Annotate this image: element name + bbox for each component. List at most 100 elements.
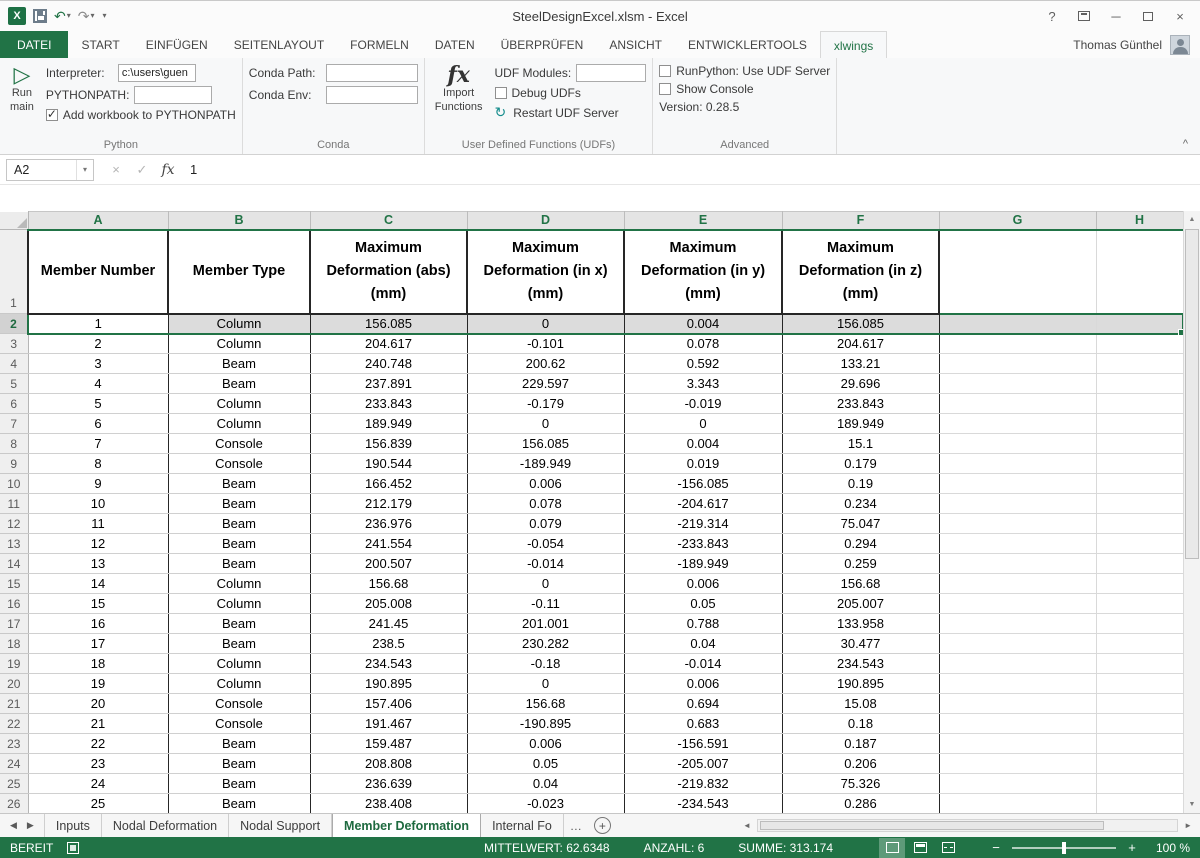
row-header-2[interactable]: 2 — [0, 314, 28, 334]
empty-cell[interactable] — [1096, 634, 1183, 654]
cell[interactable]: 12 — [28, 534, 168, 554]
scroll-left-icon[interactable]: ◄ — [737, 821, 757, 830]
ribbon-tab-ansicht[interactable]: ANSICHT — [596, 31, 675, 58]
horizontal-scrollbar-track[interactable] — [757, 819, 1178, 832]
undo-caret-icon[interactable]: ▾ — [67, 12, 71, 20]
cell[interactable]: 0.019 — [624, 454, 782, 474]
restart-udf-button[interactable]: ↻ Restart UDF Server — [495, 104, 647, 121]
empty-cell[interactable] — [1096, 334, 1183, 354]
cell[interactable]: -205.007 — [624, 754, 782, 774]
select-all-corner[interactable] — [0, 212, 28, 230]
empty-cell[interactable] — [1096, 534, 1183, 554]
cell[interactable]: 238.5 — [310, 634, 467, 654]
header-cell[interactable]: Maximum Deformation (in z) (mm) — [782, 230, 939, 314]
enter-button[interactable]: ✓ — [130, 159, 154, 181]
undo-button[interactable]: ↶▾ — [54, 9, 71, 23]
cell[interactable]: Beam — [168, 494, 310, 514]
sheet-tab-member-deformation[interactable]: Member Deformation — [332, 814, 481, 837]
row-header-25[interactable]: 25 — [0, 774, 28, 794]
debug-udfs-checkbox[interactable] — [495, 87, 507, 99]
empty-cell[interactable] — [1096, 434, 1183, 454]
cell[interactable]: 0.788 — [624, 614, 782, 634]
conda-env-input[interactable] — [326, 86, 418, 104]
cell[interactable]: 204.617 — [310, 334, 467, 354]
cell[interactable]: -189.949 — [624, 554, 782, 574]
cell[interactable]: 18 — [28, 654, 168, 674]
cell[interactable]: 0.004 — [624, 314, 782, 334]
cell[interactable]: 29.696 — [782, 374, 939, 394]
cell[interactable]: Column — [168, 674, 310, 694]
cell[interactable]: Beam — [168, 554, 310, 574]
empty-cell[interactable] — [939, 694, 1096, 714]
cell[interactable]: 241.554 — [310, 534, 467, 554]
empty-cell[interactable] — [1096, 674, 1183, 694]
column-header-A[interactable]: A — [28, 212, 168, 230]
cell[interactable]: 0.006 — [467, 474, 624, 494]
cell[interactable]: 205.007 — [782, 594, 939, 614]
run-main-button[interactable]: ▷ Run main — [6, 61, 38, 117]
cell[interactable]: 24 — [28, 774, 168, 794]
empty-cell[interactable] — [939, 754, 1096, 774]
empty-cell[interactable] — [939, 394, 1096, 414]
empty-cell[interactable] — [1096, 474, 1183, 494]
cell[interactable]: 20 — [28, 694, 168, 714]
empty-cell[interactable] — [939, 474, 1096, 494]
close-button[interactable]: × — [1166, 5, 1194, 27]
empty-cell[interactable] — [939, 514, 1096, 534]
empty-cell[interactable] — [1096, 714, 1183, 734]
status-stat[interactable]: SUMME: 313.174 — [738, 841, 833, 855]
row-header-14[interactable]: 14 — [0, 554, 28, 574]
cell[interactable]: 15 — [28, 594, 168, 614]
empty-cell[interactable] — [1096, 230, 1183, 314]
scroll-up-icon[interactable]: ▲ — [1184, 211, 1200, 228]
empty-cell[interactable] — [939, 454, 1096, 474]
cell[interactable]: -219.314 — [624, 514, 782, 534]
empty-cell[interactable] — [939, 334, 1096, 354]
empty-cell[interactable] — [939, 434, 1096, 454]
empty-cell[interactable] — [939, 734, 1096, 754]
cell[interactable]: 13 — [28, 554, 168, 574]
cell[interactable]: 23 — [28, 754, 168, 774]
ribbon-tab-entwicklertools[interactable]: ENTWICKLERTOOLS — [675, 31, 820, 58]
empty-cell[interactable] — [1096, 594, 1183, 614]
cell[interactable]: 0.006 — [467, 734, 624, 754]
cell[interactable]: Column — [168, 574, 310, 594]
show-console-checkbox[interactable] — [659, 83, 671, 95]
cell[interactable]: 0.078 — [624, 334, 782, 354]
row-header-18[interactable]: 18 — [0, 634, 28, 654]
cell[interactable]: 21 — [28, 714, 168, 734]
cell[interactable]: 156.68 — [782, 574, 939, 594]
sheet-tab-inputs[interactable]: Inputs — [44, 814, 102, 837]
zoom-out-button[interactable]: − — [989, 840, 1003, 855]
empty-cell[interactable] — [939, 594, 1096, 614]
header-cell[interactable]: Maximum Deformation (abs) (mm) — [310, 230, 467, 314]
row-header-12[interactable]: 12 — [0, 514, 28, 534]
cell[interactable]: 156.839 — [310, 434, 467, 454]
empty-cell[interactable] — [939, 354, 1096, 374]
cell[interactable]: 0.006 — [624, 574, 782, 594]
cell[interactable]: 200.62 — [467, 354, 624, 374]
cell[interactable]: Column — [168, 314, 310, 334]
sheet-tab-internal-fo[interactable]: Internal Fo — [481, 814, 564, 837]
horizontal-scrollbar[interactable]: ◄ ► — [735, 814, 1200, 837]
cell[interactable]: 238.408 — [310, 794, 467, 814]
empty-cell[interactable] — [1096, 794, 1183, 814]
cell[interactable]: -234.543 — [624, 794, 782, 814]
runpython-udf-checkbox[interactable] — [659, 65, 671, 77]
help-button[interactable]: ? — [1038, 5, 1066, 27]
empty-cell[interactable] — [939, 574, 1096, 594]
next-sheet-icon[interactable]: ▶ — [27, 820, 34, 831]
cell[interactable]: 241.45 — [310, 614, 467, 634]
collapse-ribbon-button[interactable]: ^ — [1183, 138, 1188, 150]
empty-cell[interactable] — [939, 414, 1096, 434]
empty-cell[interactable] — [939, 634, 1096, 654]
sheet-tab-nodal-deformation[interactable]: Nodal Deformation — [102, 814, 229, 837]
insert-function-button[interactable]: fx — [156, 159, 180, 181]
minimize-button[interactable]: ─ — [1102, 5, 1130, 27]
cell[interactable]: -0.023 — [467, 794, 624, 814]
page-break-view-button[interactable] — [935, 838, 961, 858]
cell[interactable]: 0.004 — [624, 434, 782, 454]
cell[interactable]: 157.406 — [310, 694, 467, 714]
cell[interactable]: 236.639 — [310, 774, 467, 794]
cell[interactable]: 240.748 — [310, 354, 467, 374]
